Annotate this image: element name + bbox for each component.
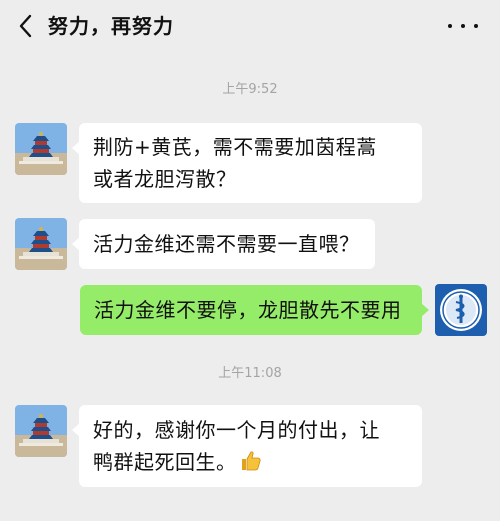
chat-header: 努力，再努力 (0, 0, 500, 52)
contact-avatar[interactable] (15, 123, 67, 175)
timestamp: 上午11:08 (218, 366, 282, 381)
contact-avatar[interactable] (15, 218, 67, 270)
thumbs-up-icon (241, 451, 261, 471)
contact-avatar[interactable] (15, 405, 67, 457)
message-text: 鸭群起死回生。 (93, 450, 237, 474)
temple-avatar-icon (15, 218, 67, 270)
medical-emblem-icon (435, 284, 487, 336)
temple-avatar-icon (15, 405, 67, 457)
message-text: 荆防+黄芪，需不需要加茵程蒿 (93, 135, 377, 159)
message-text: 活力金维不要停，龙胆散先不要用 (94, 298, 402, 322)
message-bubble[interactable]: 活力金维还需不需要一直喂？ (72, 219, 375, 269)
message-text: 活力金维还需不需要一直喂？ (93, 232, 360, 256)
message-bubble[interactable]: 荆防+黄芪，需不需要加茵程蒿 或者龙胆泻散？ (72, 123, 422, 203)
temple-avatar-icon (15, 123, 67, 175)
chevron-left-icon (19, 14, 32, 38)
message-bubble[interactable]: 好的，感谢你一个月的付出，让 鸭群起死回生。 (72, 405, 422, 487)
chat-title: 努力，再努力 (48, 14, 174, 38)
more-dots-icon (448, 24, 452, 28)
more-button[interactable] (448, 16, 478, 36)
message-text: 好的，感谢你一个月的付出，让 (93, 418, 380, 442)
back-button[interactable] (14, 12, 36, 40)
my-avatar[interactable] (435, 284, 487, 336)
message-bubble-sent[interactable]: 活力金维不要停，龙胆散先不要用 (80, 285, 429, 335)
message-text: 或者龙胆泻散？ (93, 167, 237, 191)
timestamp: 上午9:52 (222, 82, 278, 97)
